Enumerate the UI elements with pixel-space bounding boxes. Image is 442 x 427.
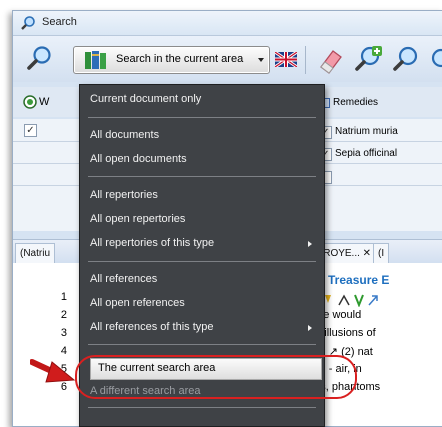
toolbar-separator bbox=[305, 46, 306, 74]
toggle-icon[interactable] bbox=[23, 95, 37, 109]
option-w-label: W bbox=[39, 96, 50, 108]
menu-item-all-open-references[interactable]: All open references bbox=[90, 297, 185, 309]
menu-separator bbox=[88, 117, 316, 118]
row-number: 2 bbox=[60, 309, 67, 321]
tab-natrium[interactable]: (Natriu bbox=[15, 243, 56, 264]
search-icon[interactable] bbox=[427, 46, 442, 76]
search-icon[interactable] bbox=[391, 44, 421, 74]
search-icon[interactable] bbox=[25, 44, 53, 72]
row-icons bbox=[325, 294, 378, 307]
menu-separator bbox=[88, 344, 316, 345]
menu-item-all-open-documents[interactable]: All open documents bbox=[90, 153, 187, 165]
books-icon bbox=[85, 51, 106, 69]
zoom-in-icon[interactable] bbox=[353, 44, 383, 74]
tab-other[interactable]: (I bbox=[373, 243, 390, 264]
menu-separator bbox=[88, 176, 316, 177]
menu-item-current-document-only[interactable]: Current document only bbox=[90, 93, 201, 105]
flag-icon[interactable] bbox=[275, 52, 297, 67]
menu-item-all-references[interactable]: All references bbox=[90, 273, 157, 285]
search-icon bbox=[21, 16, 35, 30]
menu-item-all-documents[interactable]: All documents bbox=[90, 129, 159, 141]
arrow-pointer-icon bbox=[30, 359, 76, 383]
menu-separator bbox=[88, 261, 316, 262]
menu-separator bbox=[88, 407, 316, 408]
remedy-item: Natrium muria bbox=[335, 126, 398, 137]
remedy-item: Sepia officinal bbox=[335, 148, 398, 159]
criteria-checkbox[interactable]: ✓ bbox=[24, 124, 37, 137]
search-scope-button[interactable]: Search in the current area bbox=[73, 46, 270, 74]
toolbar: Search in the current area bbox=[13, 36, 442, 82]
chevron-right-icon bbox=[308, 325, 312, 331]
menu-item-all-references-of-type[interactable]: All references of this type bbox=[90, 321, 214, 333]
title-bar: Search bbox=[13, 11, 442, 36]
row-number: 1 bbox=[60, 291, 67, 303]
menu-item-all-open-repertories[interactable]: All open repertories bbox=[90, 213, 185, 225]
search-scope-label: Search in the current area bbox=[116, 53, 244, 65]
highlight-ring bbox=[75, 355, 357, 399]
row-number: 3 bbox=[60, 327, 67, 339]
remedies-header: Remedies bbox=[333, 97, 379, 108]
menu-item-all-repertories-of-type[interactable]: All repertories of this type bbox=[90, 237, 214, 249]
chevron-right-icon bbox=[308, 241, 312, 247]
menu-item-all-repertories[interactable]: All repertories bbox=[90, 189, 158, 201]
eraser-icon[interactable] bbox=[315, 45, 345, 75]
chevron-down-icon bbox=[258, 58, 264, 62]
window-title: Search bbox=[42, 16, 77, 28]
